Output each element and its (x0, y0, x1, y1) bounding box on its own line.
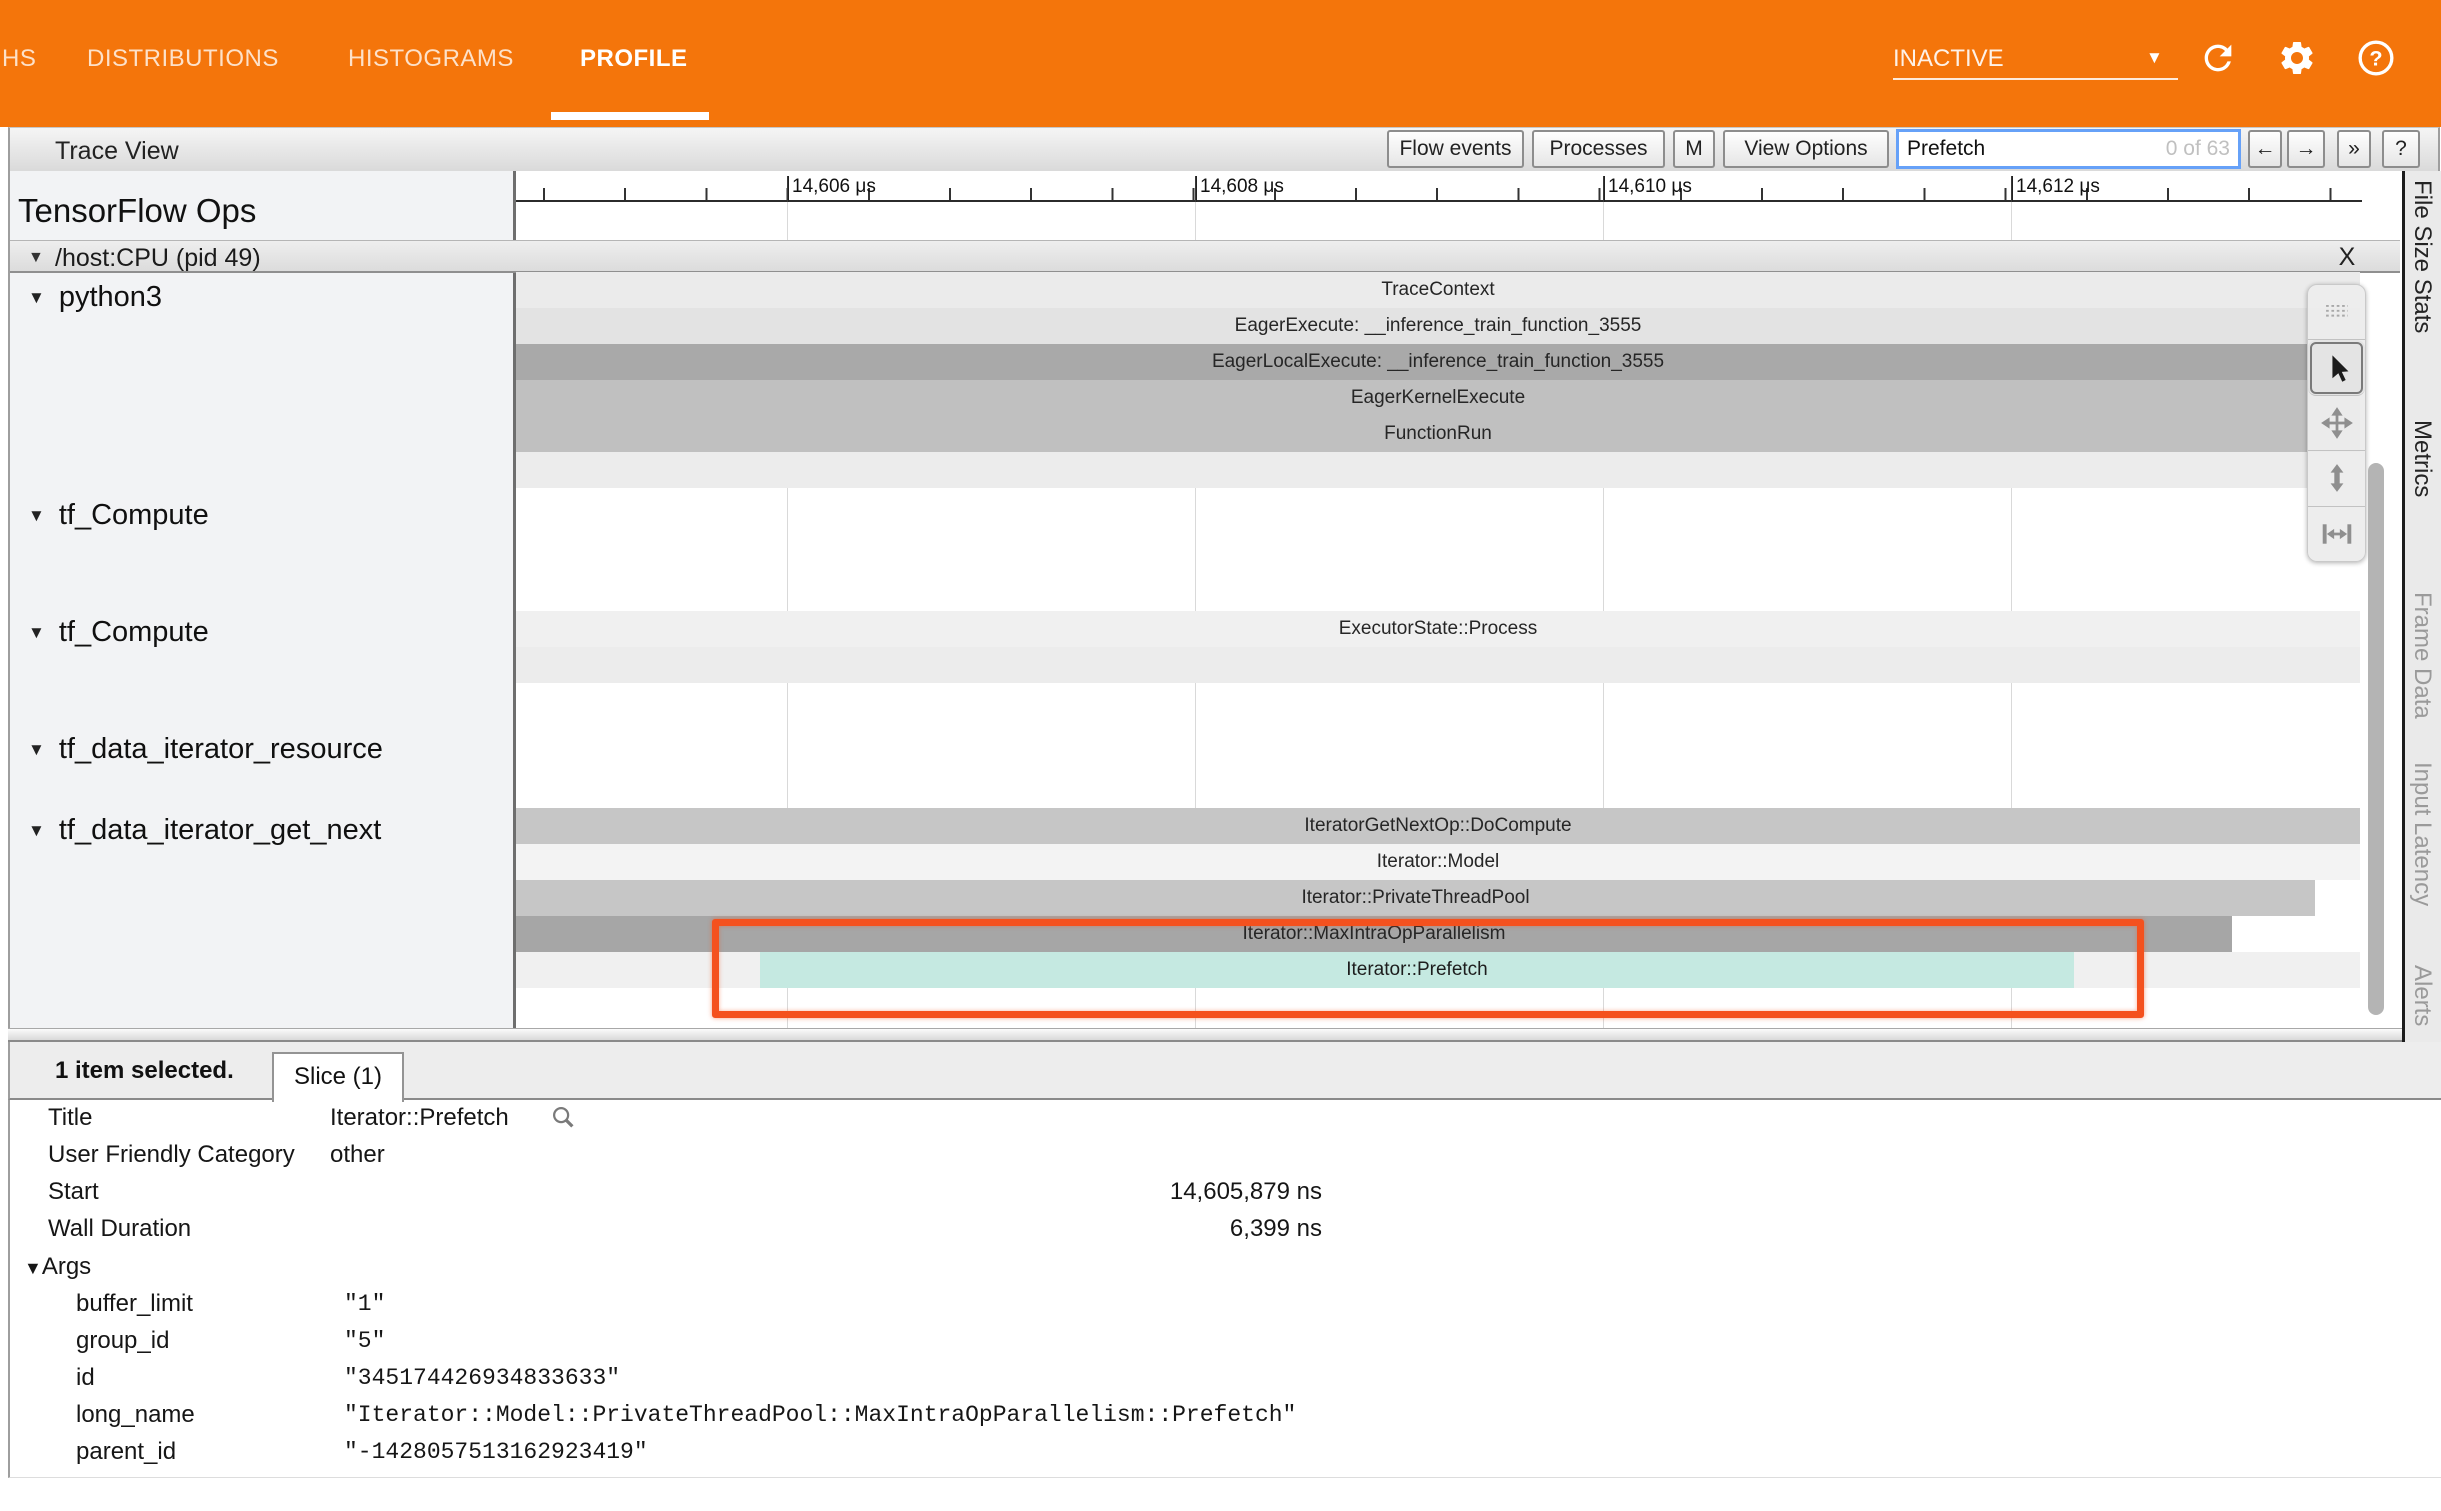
horizontal-scrollbar-track[interactable] (8, 1028, 2402, 1042)
field-label: Start (48, 1177, 99, 1207)
active-tab-underline (551, 112, 709, 120)
track-group-tf-compute-1[interactable]: ▼ tf_Compute (28, 497, 209, 533)
event-iterator-private-thread-pool[interactable]: Iterator::PrivateThreadPool (516, 880, 2315, 916)
magnifier-icon[interactable] (548, 1102, 580, 1134)
arg-key: id (76, 1363, 95, 1393)
prev-match-button[interactable]: ← (2248, 130, 2282, 168)
event-executor-state[interactable]: ExecutorState::Process (516, 611, 2360, 647)
trace-tool-palette (2307, 284, 2366, 562)
tab-profile[interactable]: PROFILE (580, 44, 688, 74)
pan-tool-icon[interactable] (2308, 396, 2365, 451)
arg-key: long_name (76, 1400, 195, 1430)
timeline-tick-label: 14,606 μs (792, 176, 876, 198)
field-value-start: 14,605,879 ns (700, 1177, 1322, 1207)
sidebar-item-file-size-stats[interactable]: File Size Stats (2408, 180, 2436, 333)
track-group-tf-data-iterator-resource[interactable]: ▼ tf_data_iterator_resource (28, 731, 383, 767)
selection-summary: 1 item selected. (55, 1057, 234, 1085)
tab-distributions[interactable]: DISTRIBUTIONS (87, 44, 279, 74)
track-group-label: tf_data_iterator_get_next (59, 814, 381, 846)
field-value-title: Iterator::Prefetch (330, 1103, 509, 1133)
selection-highlight-box (712, 919, 2144, 1018)
arg-value: "5" (344, 1326, 385, 1356)
field-label: User Friendly Category (48, 1140, 295, 1170)
collapse-arrow-icon[interactable]: ▼ (28, 506, 45, 525)
next-match-button[interactable]: → (2287, 130, 2325, 168)
timeline-tick-label: 14,612 μs (2016, 176, 2100, 198)
tab-histograms[interactable]: HISTOGRAMS (348, 44, 514, 74)
m-button[interactable]: M (1673, 130, 1715, 168)
timeline-tick-label: 14,608 μs (1200, 176, 1284, 198)
arg-value: "-1428057513162923419" (344, 1437, 648, 1467)
collapse-arrow-icon[interactable]: ▼ (28, 623, 45, 642)
track-group-label: python3 (59, 281, 162, 313)
event-eager-execute[interactable]: EagerExecute: __inference_train_function… (516, 308, 2360, 344)
timeline-ruler-line (516, 200, 2362, 202)
search-input[interactable]: Prefetch (1907, 137, 2166, 161)
event-iterator-do-compute[interactable]: IteratorGetNextOp::DoCompute (516, 808, 2360, 844)
event-eager-kernel-execute[interactable]: EagerKernelExecute (516, 380, 2360, 416)
event-row-empty (516, 452, 2360, 488)
trace-search-box[interactable]: Prefetch 0 of 63 (1896, 129, 2241, 169)
track-group-tf-data-iterator-get-next[interactable]: ▼ tf_data_iterator_get_next (28, 812, 381, 848)
track-group-tf-compute-2[interactable]: ▼ tf_Compute (28, 614, 209, 650)
field-value-category: other (330, 1140, 385, 1170)
svg-text:?: ? (2369, 46, 2382, 71)
track-group-label: tf_data_iterator_resource (59, 733, 383, 765)
args-section-toggle[interactable]: ▼Args (24, 1252, 91, 1282)
vertical-zoom-tool-icon[interactable] (2308, 451, 2365, 506)
cursor-select-tool-icon[interactable] (2308, 340, 2365, 395)
help-icon[interactable]: ? (2356, 38, 2396, 78)
tensorboard-profile-page: HS DISTRIBUTIONS HISTOGRAMS PROFILE INAC… (0, 0, 2441, 1511)
tab-graphs-partial[interactable]: HS (2, 44, 36, 74)
run-selector[interactable]: INACTIVE (1893, 44, 2004, 74)
search-result-count: 0 of 63 (2166, 137, 2230, 161)
view-options-button[interactable]: View Options (1723, 130, 1889, 168)
refresh-icon[interactable] (2198, 38, 2238, 78)
close-process-button[interactable]: X (2332, 243, 2362, 272)
field-label: Title (48, 1103, 92, 1133)
collapse-arrow-icon[interactable]: ▼ (28, 740, 45, 759)
flow-events-button[interactable]: Flow events (1387, 130, 1524, 168)
args-label: Args (42, 1253, 91, 1280)
collapse-arrow-icon[interactable]: ▼ (28, 821, 45, 840)
help-button[interactable]: ? (2382, 130, 2420, 168)
sidebar-item-frame-data[interactable]: Frame Data (2408, 592, 2436, 719)
sidebar-item-metrics[interactable]: Metrics (2408, 420, 2436, 497)
gear-icon[interactable] (2277, 38, 2317, 78)
horizontal-zoom-tool-icon[interactable] (2308, 507, 2365, 561)
arg-key: group_id (76, 1326, 169, 1356)
marquee-select-tool-icon[interactable] (2308, 285, 2365, 340)
process-header-bar[interactable] (10, 240, 2400, 273)
collapse-arrow-icon[interactable]: ▼ (28, 249, 44, 267)
arg-value: "Iterator::Model::PrivateThreadPool::Max… (344, 1400, 1296, 1430)
sidebar-item-input-latency[interactable]: Input Latency (2408, 762, 2436, 906)
processes-button[interactable]: Processes (1532, 130, 1665, 168)
arg-key: parent_id (76, 1437, 176, 1467)
sidebar-item-alerts[interactable]: Alerts (2408, 965, 2436, 1026)
event-eager-local-execute[interactable]: EagerLocalExecute: __inference_train_fun… (516, 344, 2360, 380)
arg-value: "1" (344, 1289, 385, 1319)
tab-slice[interactable]: Slice (1) (272, 1052, 404, 1102)
event-trace-context[interactable]: TraceContext (516, 272, 2360, 308)
timeline-tick-label: 14,610 μs (1608, 176, 1692, 198)
run-selector-underline (1893, 78, 2178, 80)
chevron-down-icon[interactable]: ▼ (2146, 48, 2163, 68)
field-label: Wall Duration (48, 1214, 191, 1244)
track-group-python3[interactable]: ▼ python3 (28, 279, 162, 315)
arg-value: "345174426934833633" (344, 1363, 620, 1393)
tensorflow-ops-title: TensorFlow Ops (18, 192, 256, 230)
more-button[interactable]: » (2337, 130, 2371, 168)
collapse-arrow-icon[interactable]: ▼ (28, 288, 45, 307)
process-header-label: /host:CPU (pid 49) (55, 244, 261, 273)
arg-key: buffer_limit (76, 1289, 193, 1319)
field-value-wall-duration: 6,399 ns (700, 1214, 1322, 1244)
vertical-scrollbar-thumb[interactable] (2368, 463, 2384, 1015)
collapse-arrow-icon: ▼ (24, 1258, 42, 1278)
trace-view-title: Trace View (55, 136, 179, 166)
event-row-empty (516, 647, 2360, 683)
track-group-label: tf_Compute (59, 616, 209, 648)
event-function-run[interactable]: FunctionRun (516, 416, 2360, 452)
event-iterator-model[interactable]: Iterator::Model (516, 844, 2360, 880)
track-group-label: tf_Compute (59, 499, 209, 531)
